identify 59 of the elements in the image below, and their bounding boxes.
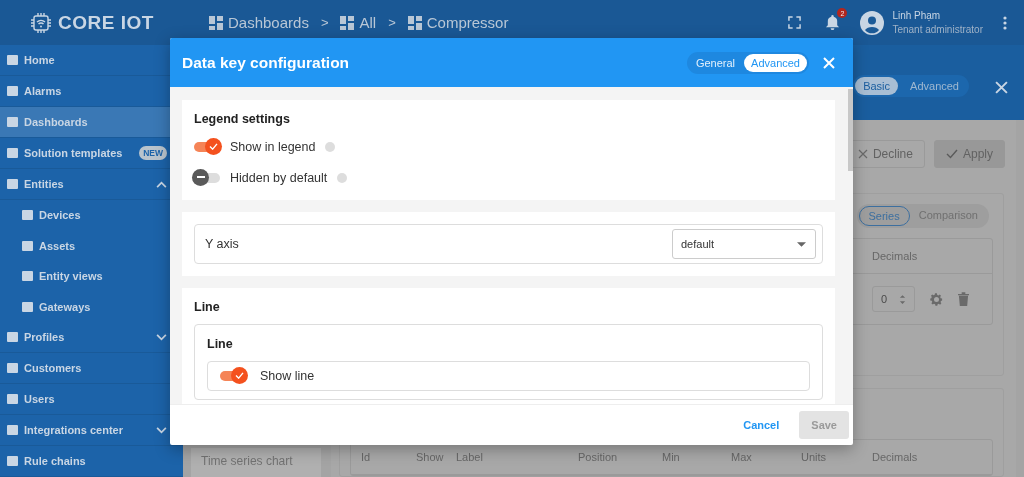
column-header: Show	[416, 451, 445, 463]
avatar-icon[interactable]	[860, 10, 885, 35]
column-header: Position	[578, 451, 619, 463]
column-header: Id	[361, 451, 372, 463]
y-axis-select[interactable]: default	[672, 229, 816, 259]
check-icon	[209, 142, 218, 150]
dashboard-icon	[340, 15, 355, 30]
column-header: Decimals	[872, 250, 919, 262]
field-label: Y axis	[205, 237, 239, 251]
sidebar-item[interactable]: Rule chains	[0, 446, 183, 477]
breadcrumb-link[interactable]: Compressor	[407, 14, 509, 31]
check-icon	[945, 149, 958, 159]
bell-icon[interactable]	[825, 14, 841, 31]
section-title: Legend settings	[194, 112, 291, 126]
cancel-button[interactable]: Cancel	[733, 411, 790, 439]
dashboard-icon	[407, 15, 422, 30]
stepper-arrows-icon[interactable]	[899, 293, 907, 305]
section-title: Line	[194, 300, 221, 314]
user-name: Linh Phạm	[892, 8, 942, 23]
dropdown-arrow-icon	[797, 241, 806, 247]
mode-tab[interactable]: Advanced	[902, 77, 967, 95]
sidebar-item[interactable]: Assets	[0, 230, 183, 261]
scrollbar[interactable]	[848, 89, 853, 171]
column-header: Units	[801, 451, 828, 463]
settings-icon[interactable]	[929, 291, 945, 307]
breadcrumb-separator: >	[320, 15, 329, 30]
sidebar-item[interactable]: Gateways	[0, 291, 183, 322]
toggle-label: Show line	[260, 369, 315, 383]
sidebar-item[interactable]: Devices	[0, 200, 183, 231]
panel-title: Line	[207, 337, 234, 351]
widget-tile[interactable]: Time series chart	[191, 448, 321, 477]
close-icon[interactable]	[995, 81, 1008, 94]
toggle-switch[interactable]	[194, 172, 220, 183]
logo-text: CORE IOT	[58, 11, 154, 34]
more-icon[interactable]	[1003, 15, 1007, 30]
user-role: Tenant administrator	[892, 22, 983, 37]
dialog-tab[interactable]: Advanced	[744, 53, 807, 72]
column-header: Decimals	[872, 451, 919, 463]
check-icon	[235, 372, 244, 379]
chip-wifi-icon	[29, 10, 54, 35]
delete-icon[interactable]	[958, 292, 970, 306]
column-header: Label	[456, 451, 484, 463]
mode-tab[interactable]: Basic	[855, 77, 899, 95]
toggle-switch[interactable]	[194, 141, 220, 152]
dashboard-icon	[209, 15, 223, 30]
breadcrumb-link[interactable]: Dashboards	[209, 14, 309, 31]
dialog-title: Data key configuration	[182, 53, 350, 72]
decimals-field[interactable]: 0	[872, 286, 916, 312]
toggle-label: Show in legend	[230, 139, 316, 154]
toggle-label: Hidden by default	[230, 170, 328, 185]
column-header: Max	[731, 451, 753, 463]
breadcrumb-separator: >	[388, 15, 396, 30]
column-header: Min	[662, 451, 681, 463]
sidebar-item[interactable]: Entity views	[0, 261, 183, 292]
breadcrumb-link[interactable]: All	[340, 14, 377, 31]
dialog-tab[interactable]: General	[688, 53, 743, 72]
new-badge: NEW	[139, 146, 167, 160]
close-icon	[857, 149, 868, 159]
fullscreen-icon[interactable]	[788, 16, 802, 29]
